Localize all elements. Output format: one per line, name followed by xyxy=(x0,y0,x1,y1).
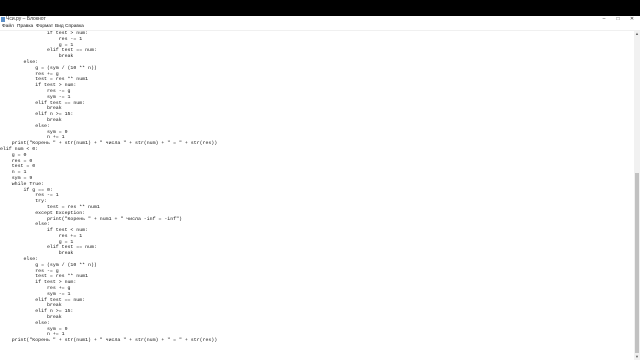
code-text[interactable]: if test > num: res -= 1 g = 1 elif test … xyxy=(0,31,634,344)
scroll-up-icon[interactable]: ▲ xyxy=(634,31,640,37)
menu-help[interactable]: Справка xyxy=(65,23,84,30)
title-bar: Чси.py – Блокнот – □ ✕ xyxy=(0,16,640,23)
close-icon[interactable]: ✕ xyxy=(626,16,638,23)
screen-top-black-bar xyxy=(0,0,640,16)
menu-bar: Файл Правка Формат Вид Справка xyxy=(0,23,640,31)
vertical-scrollbar[interactable]: ▲ ▼ xyxy=(634,31,640,360)
minimize-icon[interactable]: – xyxy=(598,16,610,23)
text-editor-area[interactable]: if test > num: res -= 1 g = 1 elif test … xyxy=(0,31,634,360)
scroll-down-icon[interactable]: ▼ xyxy=(634,354,640,360)
menu-view[interactable]: Вид xyxy=(55,23,64,30)
notepad-window: Чси.py – Блокнот – □ ✕ Файл Правка Форма… xyxy=(0,16,640,360)
menu-file[interactable]: Файл xyxy=(2,23,14,30)
window-title: Чси.py – Блокнот xyxy=(6,16,46,22)
code-line[interactable]: print("Корень " + str(num1) + " числа " … xyxy=(0,338,634,344)
menu-format[interactable]: Формат xyxy=(36,23,53,30)
notepad-icon xyxy=(1,17,5,22)
scrollbar-thumb[interactable] xyxy=(635,173,639,353)
menu-edit[interactable]: Правка xyxy=(17,23,33,30)
maximize-icon[interactable]: □ xyxy=(612,16,624,23)
